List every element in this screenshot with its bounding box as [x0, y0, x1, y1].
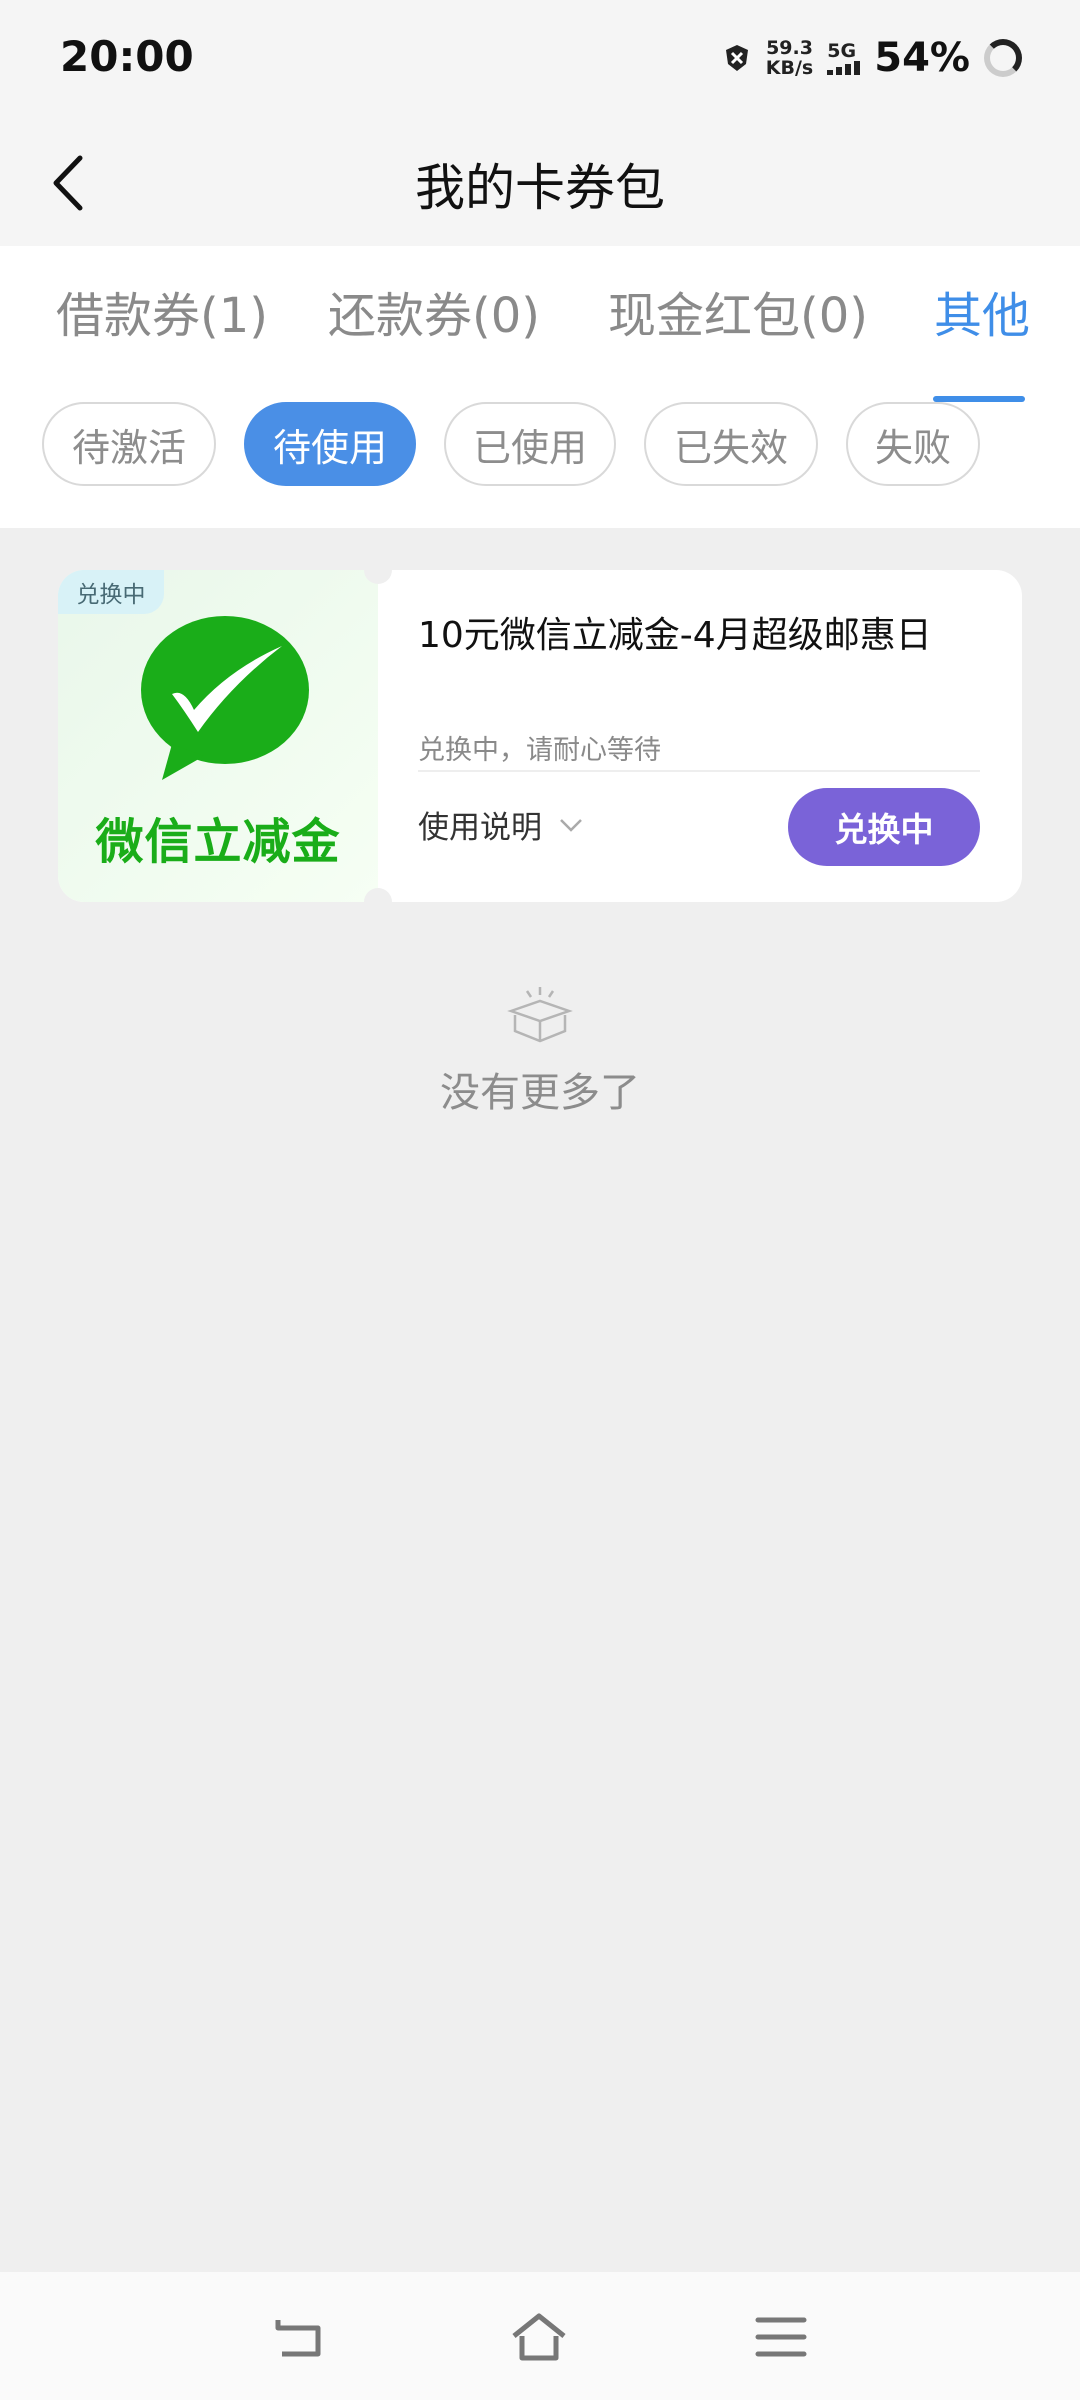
menu-icon [755, 2317, 807, 2357]
empty-box-icon [507, 987, 573, 1043]
filter-used[interactable]: 已使用 [444, 402, 616, 486]
tab-section: 借款券(1) 还款券(0) 现金红包(0) 其他 待激活 待使用 已使用 已失效… [0, 246, 1080, 528]
usage-instructions-toggle[interactable]: 使用说明 [418, 802, 584, 847]
status-indicators: 59.3 KB/s 5G 54% [722, 30, 1022, 86]
coupon-note: 兑换中，请耐心等待 [418, 735, 661, 766]
status-time: 20:00 [60, 32, 194, 81]
battery-ring-icon [984, 39, 1022, 77]
nav-menu-button[interactable] [750, 2306, 812, 2368]
back-icon [275, 2320, 321, 2357]
coupon-image: 兑换中 微信立减金 [58, 570, 378, 902]
coupon-status-tag: 兑换中 [58, 570, 164, 614]
speed-value: 59.3 [766, 37, 813, 59]
tab-repay-coupon[interactable]: 还款券(0) [328, 276, 540, 346]
coupon-title: 10元微信立减金-4月超级邮惠日 [418, 615, 932, 656]
coupon-image-text: 微信立减金 [95, 814, 341, 870]
signal-indicator: 5G [827, 40, 861, 75]
wechat-pay-logo-icon [141, 616, 309, 780]
tab-loan-coupon[interactable]: 借款券(1) [56, 276, 268, 346]
speed-unit: KB/s [765, 57, 814, 79]
coupon-card[interactable]: 兑换中 微信立减金 10元微信立减金-4月超级邮惠日 兑换中，请耐心等待 使用说… [58, 570, 1022, 902]
filter-pending-activation[interactable]: 待激活 [42, 402, 216, 486]
signal-bars-icon [827, 61, 861, 75]
header: 我的卡券包 [0, 118, 1080, 246]
page-title: 我的卡券包 [415, 159, 665, 217]
system-nav-bar [0, 2272, 1080, 2400]
filter-expired[interactable]: 已失效 [644, 402, 818, 486]
nav-back-button[interactable] [268, 2306, 330, 2368]
status-filters: 待激活 待使用 已使用 已失效 失败 [0, 402, 1080, 488]
filter-pending-use[interactable]: 待使用 [244, 402, 416, 486]
nav-home-button[interactable] [508, 2306, 570, 2368]
redeeming-button[interactable]: 兑换中 [788, 788, 980, 866]
no-more-text: 没有更多了 [440, 1070, 640, 1116]
filter-failed[interactable]: 失败 [846, 402, 980, 486]
network-speed: 59.3 KB/s [766, 38, 813, 78]
status-bar: 20:00 59.3 KB/s 5G 54% [0, 0, 1080, 118]
category-tabs: 借款券(1) 还款券(0) 现金红包(0) 其他 [0, 276, 1080, 402]
network-type: 5G [827, 40, 857, 62]
tab-other[interactable]: 其他 [934, 276, 1030, 346]
usage-instructions-label: 使用说明 [418, 810, 542, 846]
divider [418, 770, 980, 772]
shield-icon [725, 45, 748, 71]
home-icon [512, 2313, 566, 2361]
chevron-down-icon [560, 818, 582, 832]
battery-level: 54% [874, 35, 970, 81]
tab-cash-red-packet[interactable]: 现金红包(0) [608, 276, 868, 346]
